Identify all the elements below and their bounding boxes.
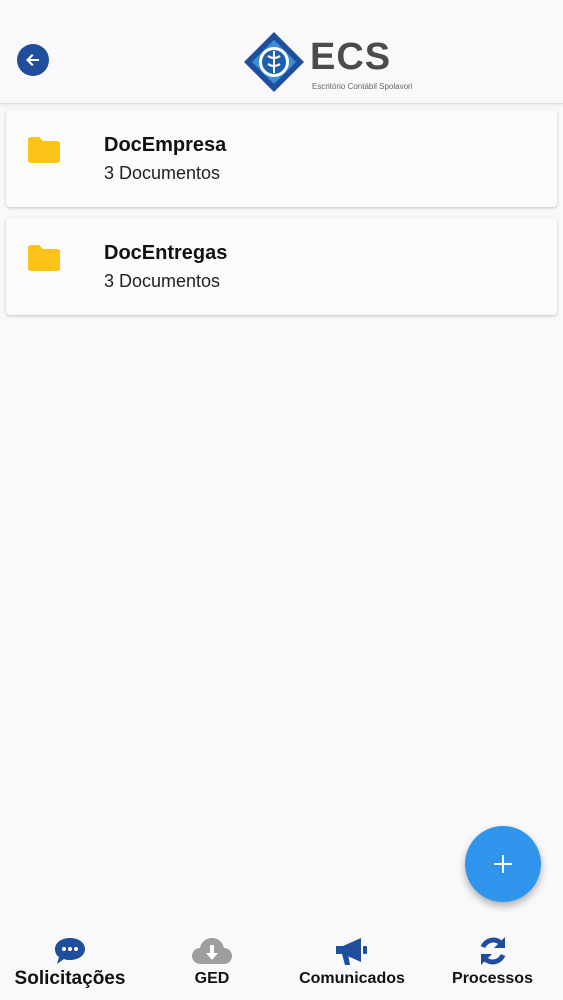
chat-bubble-icon: [55, 938, 85, 964]
logo-brand-text: ECS: [310, 36, 392, 78]
nav-item-ged[interactable]: GED: [142, 918, 282, 1000]
folder-name: DocEmpresa: [104, 134, 227, 156]
nav-item-comunicados[interactable]: Comunicados: [282, 918, 422, 1000]
arrow-left-icon: [26, 54, 39, 66]
nav-label: Solicitações: [14, 968, 126, 989]
nav-label: Processos: [452, 970, 533, 987]
back-button[interactable]: [17, 44, 49, 76]
folder-card-docentregas[interactable]: DocEntregas 3 Documentos: [6, 218, 557, 315]
app-header: ECS Escritório Contábil Spolavori: [0, 0, 563, 104]
cloud-download-icon: [192, 938, 232, 964]
nav-label: Comunicados: [299, 970, 405, 987]
folder-icon: [28, 245, 60, 271]
sync-icon: [480, 937, 505, 965]
plus-icon: [494, 855, 512, 873]
logo-emblem-icon: [244, 32, 304, 92]
bottom-navigation: Solicitações GED Comunicados Processos: [0, 918, 563, 1000]
nav-item-processos[interactable]: Processos: [422, 918, 563, 1000]
add-button[interactable]: [465, 826, 541, 902]
folder-document-count: 3 Documentos: [104, 271, 221, 291]
folder-name: DocEntregas: [104, 242, 228, 264]
nav-label: GED: [194, 970, 230, 987]
nav-item-solicitacoes[interactable]: Solicitações: [0, 918, 140, 1000]
folder-document-count: 3 Documentos: [104, 163, 221, 183]
folder-icon: [28, 137, 60, 163]
folder-card-docempresa[interactable]: DocEmpresa 3 Documentos: [6, 110, 557, 207]
megaphone-icon: [336, 938, 367, 965]
logo-subtitle: Escritório Contábil Spolavori: [312, 82, 413, 91]
ecs-logo: ECS Escritório Contábil Spolavori: [242, 28, 413, 100]
